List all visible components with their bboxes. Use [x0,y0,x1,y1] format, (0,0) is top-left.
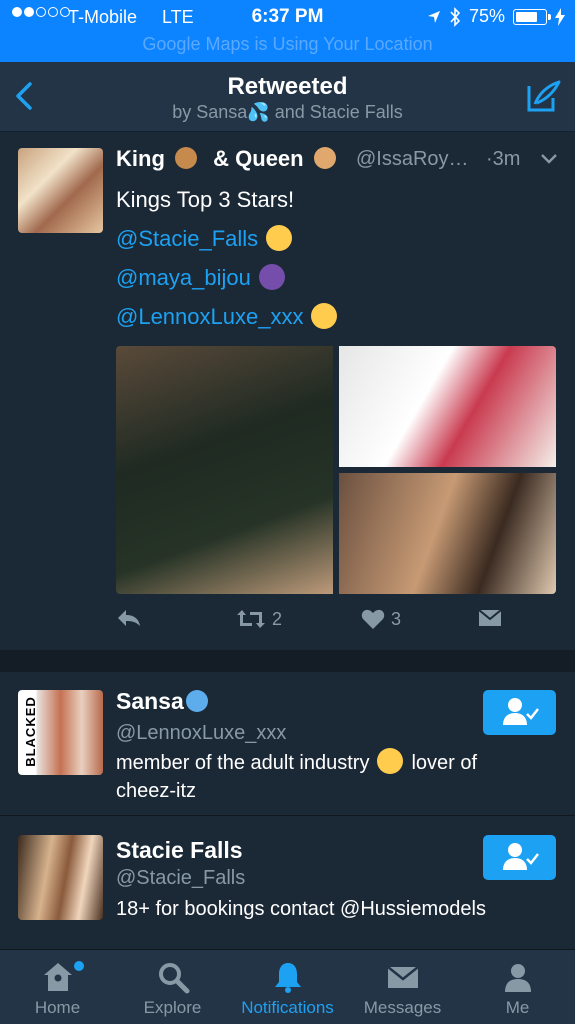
home-icon [43,963,72,991]
tweet-photo[interactable] [339,346,556,467]
direct-message-button[interactable] [478,608,502,628]
mention-link[interactable]: @maya_bijou [116,265,251,290]
location-arrow-icon [427,10,440,23]
nav-bar: Retweeted by Sansa💦 and Stacie Falls [0,62,575,132]
tab-me[interactable]: Me [460,950,575,1024]
drooling-face-emoji-icon [311,303,338,329]
tweet-actions: 2 3 [116,608,516,638]
tweet-photo[interactable] [116,346,333,594]
tab-messages[interactable]: Messages [345,950,460,1024]
search-icon [158,963,189,994]
tab-explore[interactable]: Explore [115,950,230,1024]
heart-icon [361,609,385,629]
add-user-icon [503,843,539,870]
chevron-down-icon[interactable] [540,152,558,166]
profile-icon [504,964,531,992]
page-title: Retweeted [227,73,348,100]
tweet-timestamp: ·3m [486,148,521,170]
user-handle: @Stacie_Falls [116,867,246,889]
charging-icon [555,7,565,26]
user-list-item[interactable]: BLACKED Sansa @LennoxLuxe_xxx member of … [0,672,575,816]
bell-icon [274,963,301,993]
retweet-button[interactable]: 2 [236,608,282,630]
tweet-photo[interactable] [339,473,556,594]
reply-icon [118,610,140,626]
tab-notifications[interactable]: Notifications [230,950,345,1024]
mention-link[interactable]: @Stacie_Falls [116,226,258,251]
retweet-count: 2 [272,608,283,629]
compose-icon[interactable] [523,76,563,116]
battery-percent: 75% [468,6,505,26]
notification-dot [74,961,84,971]
reply-button[interactable] [116,608,142,628]
sweat-droplets-emoji-icon [185,690,208,712]
page-subtitle: by Sansa💦 and Stacie Falls [172,102,403,122]
section-divider [0,650,575,672]
envelope-icon [386,966,419,988]
avatar[interactable] [18,835,103,920]
retweet-icon [237,610,265,628]
tweet-author-name[interactable]: King & Queen [116,146,336,172]
tab-home[interactable]: Home [0,950,115,1024]
user-list-item[interactable]: Stacie Falls @Stacie_Falls 18+ for booki… [0,817,575,949]
tweet-text: Kings Top 3 Stars! @Stacie_Falls @maya_b… [116,180,338,336]
follow-button[interactable] [483,835,556,880]
follow-button[interactable] [483,690,556,735]
location-banner[interactable]: Google Maps is Using Your Location [0,34,575,55]
user-bio: 18+ for bookings contact @Hussiemodels [116,898,486,920]
add-user-icon [503,698,539,725]
avatar[interactable]: BLACKED [18,690,103,775]
tab-bar: Home Explore Notifications Messages Me [0,949,575,1024]
like-count: 3 [391,608,402,629]
battery-icon [513,8,551,25]
heart-eyes-emoji-icon [266,225,293,251]
like-button[interactable]: 3 [361,608,401,630]
smiling-devil-emoji-icon [258,264,285,290]
crown-emoji-icon [175,147,198,169]
user-handle: @LennoxLuxe_xxx [116,722,287,744]
status-bar: T-Mobile LTE 6:37 PM 75% Google Maps is … [0,0,575,62]
avatar[interactable] [18,148,103,233]
tweet-author-handle[interactable]: @IssaRoy… [356,148,469,171]
tweet-line: Kings Top 3 Stars! [116,187,295,212]
tweet[interactable]: King & Queen @IssaRoy… ·3m Kings Top 3 S… [0,132,575,650]
crown-emoji-icon [313,147,336,169]
user-bio: member of the adult industry lover of che… [116,748,556,805]
envelope-icon [478,609,502,626]
mention-link[interactable]: @LennoxLuxe_xxx [116,304,303,329]
avatar-watermark: BLACKED [23,696,38,767]
bluetooth-icon [450,6,461,27]
smirking-face-emoji-icon [377,748,404,774]
user-name[interactable]: Sansa [116,688,208,715]
user-name[interactable]: Stacie Falls [116,837,243,864]
